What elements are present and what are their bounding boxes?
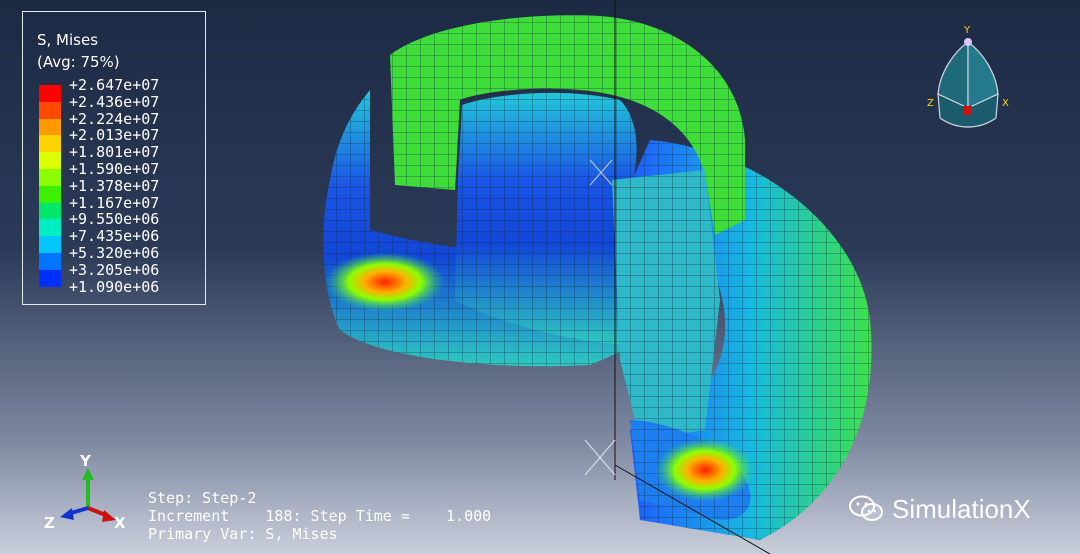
legend-tick-label: +9.550e+06 [69, 210, 160, 229]
increment-label: Increment 188: Step Time = 1.000 [148, 507, 492, 525]
legend-tick-label: +1.590e+07 [69, 160, 160, 178]
legend-tick-label: +2.224e+07 [69, 109, 160, 128]
view-cube[interactable]: Y Z X [924, 22, 1014, 132]
view-cube-z-label: Z [927, 98, 934, 109]
origin-marker [584, 439, 616, 476]
legend-subtitle: (Avg: 75%) [37, 53, 120, 71]
legend-swatch [39, 219, 61, 237]
legend-swatch [39, 135, 61, 153]
triad-y-label: Y [79, 452, 92, 470]
legend-tick-label: +1.378e+07 [69, 176, 160, 195]
coordinate-triad: Y X Z [44, 452, 126, 530]
step-label: Step: Step-2 [148, 489, 257, 507]
triad-x-label: X [114, 514, 126, 530]
legend-swatch [39, 118, 61, 136]
primary-var-label: Primary Var: S, Mises [148, 525, 338, 543]
step-info: Step: Step-2 Increment 188: Step Time = … [148, 489, 491, 543]
legend-swatch [39, 202, 61, 220]
legend-swatch [39, 85, 61, 102]
legend-swatch [39, 101, 61, 119]
view-cube-y-label: Y [963, 25, 971, 36]
legend-tick-label: +3.205e+06 [69, 260, 160, 279]
legend-swatch [39, 253, 61, 270]
legend-tick-label: +7.435e+06 [69, 227, 160, 246]
view-cube-center [963, 106, 972, 115]
legend-tick-label: +1.090e+06 [69, 277, 160, 296]
legend-swatch [39, 236, 61, 253]
stress-hotspot-bottom [655, 438, 755, 502]
viewport[interactable]: S, Mises (Avg: 75%) +2.647e+07 +2.436e+07… [0, 0, 1080, 554]
legend-tick-label: +1.167e+07 [69, 193, 160, 212]
legend-title: S, Mises [37, 31, 99, 49]
legend-swatch [39, 185, 61, 203]
legend-tick-label: +5.320e+06 [69, 244, 160, 262]
legend-tick-label: +2.013e+07 [69, 126, 160, 145]
triad-z-label: Z [44, 514, 55, 530]
watermark: SimulationX [848, 492, 1031, 526]
legend-swatch [39, 152, 61, 169]
legend-tick-label: +2.436e+07 [69, 92, 160, 111]
legend-tick-label: +1.801e+07 [69, 143, 160, 162]
watermark-text: SimulationX [892, 493, 1031, 524]
view-cube-x-label: X [1002, 98, 1009, 109]
wechat-icon [849, 495, 883, 521]
legend-tick-label: +2.647e+07 [69, 76, 160, 94]
legend-swatch [39, 169, 61, 186]
contour-legend: S, Mises (Avg: 75%) +2.647e+07 +2.436e+07… [22, 11, 206, 305]
stress-hotspot-left [325, 252, 445, 312]
legend-swatch [39, 269, 61, 287]
